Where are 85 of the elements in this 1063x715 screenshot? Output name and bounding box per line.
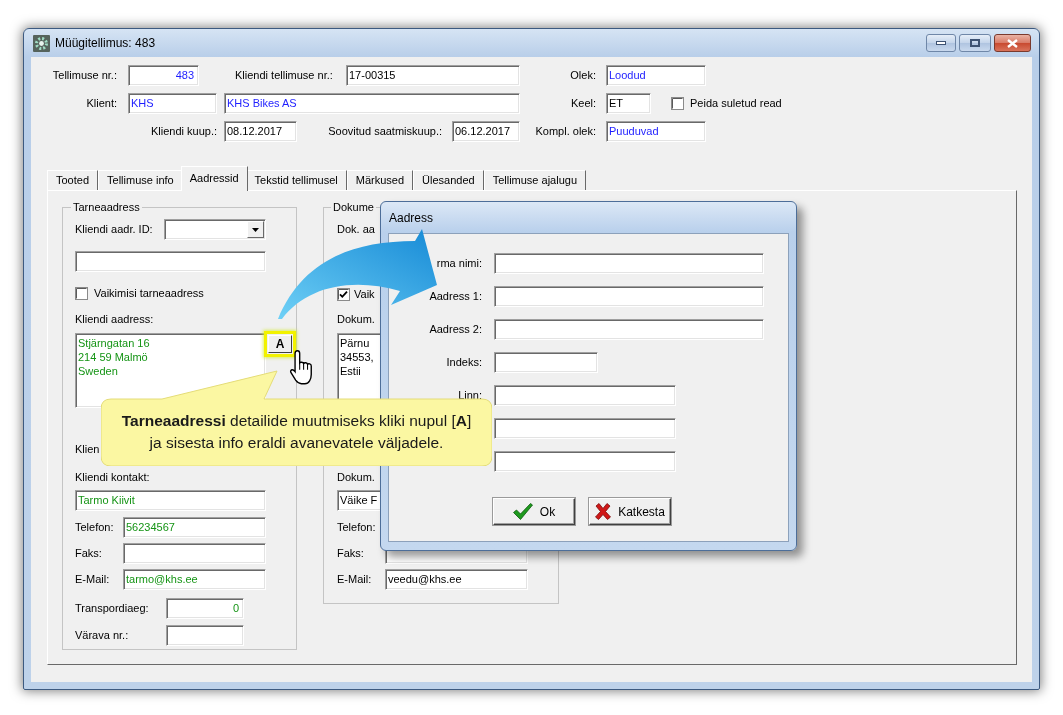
text-field[interactable] [75, 251, 266, 272]
checkbox[interactable] [337, 288, 350, 301]
field-label: Faks: [75, 547, 102, 560]
checkbox-label: Peida suletud read [690, 97, 782, 110]
order-number-field[interactable]: 483 [128, 65, 199, 86]
field-label: Telefon: [337, 521, 376, 534]
customer-order-number-field[interactable]: 17-00315 [346, 65, 520, 86]
checkbox-label: Vaikimisi tarneaadress [94, 287, 204, 300]
field-label: Transpordiaeg: [75, 602, 149, 615]
email-field[interactable]: tarmo@khs.ee [123, 569, 266, 590]
text-field[interactable] [494, 418, 676, 439]
ok-button[interactable]: Ok [493, 498, 575, 525]
tab[interactable]: Tellimuse info [98, 170, 183, 190]
field-label: Kliendi aadr. ID: [75, 223, 153, 236]
field-label: Kliendi tellimuse nr.: [235, 69, 333, 82]
field-label: Olek: [570, 69, 596, 82]
field-label: Keel: [570, 97, 596, 110]
transport-time-field[interactable]: 0 [166, 598, 244, 619]
checkbox[interactable] [75, 287, 88, 300]
maximize-button[interactable] [959, 34, 991, 52]
minimize-button[interactable] [926, 34, 956, 52]
field-label: Dokum. [337, 471, 375, 484]
field-label: E-Mail: [337, 573, 372, 586]
checkbox-label: Vaik [354, 288, 375, 301]
field-label: Telefon: [75, 521, 114, 534]
hide-closed-checkbox[interactable] [671, 97, 684, 110]
field-label: Kliendi kontakt: [75, 471, 150, 484]
field-label: Aadress 2: [429, 323, 482, 336]
completion-status-field[interactable]: Puuduvad [606, 121, 706, 142]
dropdown-button[interactable] [247, 221, 264, 238]
text-field[interactable] [494, 319, 764, 340]
field-label: Dokum. [337, 313, 375, 326]
window-title: Müügitellimus: 483 [55, 36, 156, 50]
field-label: rma nimi: [436, 257, 482, 270]
text-field[interactable] [494, 451, 676, 472]
tab[interactable]: Tooted [47, 170, 99, 190]
minimize-icon [936, 41, 946, 45]
text-field[interactable] [494, 385, 676, 406]
field-label: Klient: [86, 97, 117, 110]
field-label: Faks: [337, 547, 364, 560]
text-field[interactable] [494, 253, 764, 274]
field-label: Linn: [458, 389, 482, 402]
date-field[interactable]: 08.12.2017 [224, 121, 297, 142]
field-label: Värava nr.: [75, 629, 129, 642]
callout-text: Tarneaadressi detailide muutmiseks kliki nupul [A] ja sisesta info eraldi avanevatele väljadele. [121, 411, 472, 453]
date-field[interactable]: 06.12.2017 [452, 121, 520, 142]
tab[interactable]: Tekstid tellimusel [245, 170, 347, 190]
field-label: Indeks: [446, 356, 482, 369]
field-label: Kompl. olek: [535, 125, 596, 138]
fax-field[interactable] [123, 543, 266, 564]
gate-number-field[interactable] [166, 625, 244, 646]
address-edit-button[interactable]: A [268, 335, 292, 353]
field-label: Dok. aa [337, 223, 375, 236]
group-title: Tarneaadress [72, 201, 141, 214]
field-label: E-Mail: [75, 573, 110, 586]
status-field[interactable]: Loodud [606, 65, 706, 86]
field-label: Klien [75, 443, 100, 456]
cross-icon [595, 503, 612, 520]
maximize-icon [970, 39, 980, 47]
checkmark-icon [512, 503, 533, 520]
text-field[interactable] [494, 286, 764, 307]
field-label: Kliendi aadress: [75, 313, 154, 326]
field-label: Aadress 1: [429, 290, 482, 303]
client-name-field[interactable]: KHS Bikes AS [224, 93, 520, 114]
dialog-title: Aadress [389, 210, 434, 225]
language-field[interactable]: ET [606, 93, 651, 114]
close-icon [1007, 38, 1018, 48]
caret-icon [252, 227, 259, 232]
field-label: Kliendi kuup.: [150, 125, 217, 138]
close-button[interactable] [994, 34, 1031, 52]
phone-field[interactable]: 56234567 [123, 517, 266, 538]
field-label: Tellimuse nr.: [52, 69, 117, 82]
client-code-field[interactable]: KHS [128, 93, 217, 114]
email-field[interactable]: veedu@khs.ee [385, 569, 528, 590]
address-id-dropdown[interactable] [164, 219, 266, 240]
tab[interactable]: Tellimuse ajalugu [483, 170, 586, 190]
group-title: Dokume [332, 201, 375, 214]
cancel-button[interactable]: Katkesta [589, 498, 671, 525]
gear-icon [33, 34, 50, 52]
tab[interactable]: Aadressid [180, 166, 248, 191]
tab[interactable]: Ülesanded [413, 170, 484, 190]
field-label: Soovitud saatmiskuup.: [328, 125, 442, 138]
tab[interactable]: Märkused [346, 170, 414, 190]
text-field[interactable] [494, 352, 598, 373]
contact-field[interactable]: Tarmo Kiivit [75, 490, 266, 511]
